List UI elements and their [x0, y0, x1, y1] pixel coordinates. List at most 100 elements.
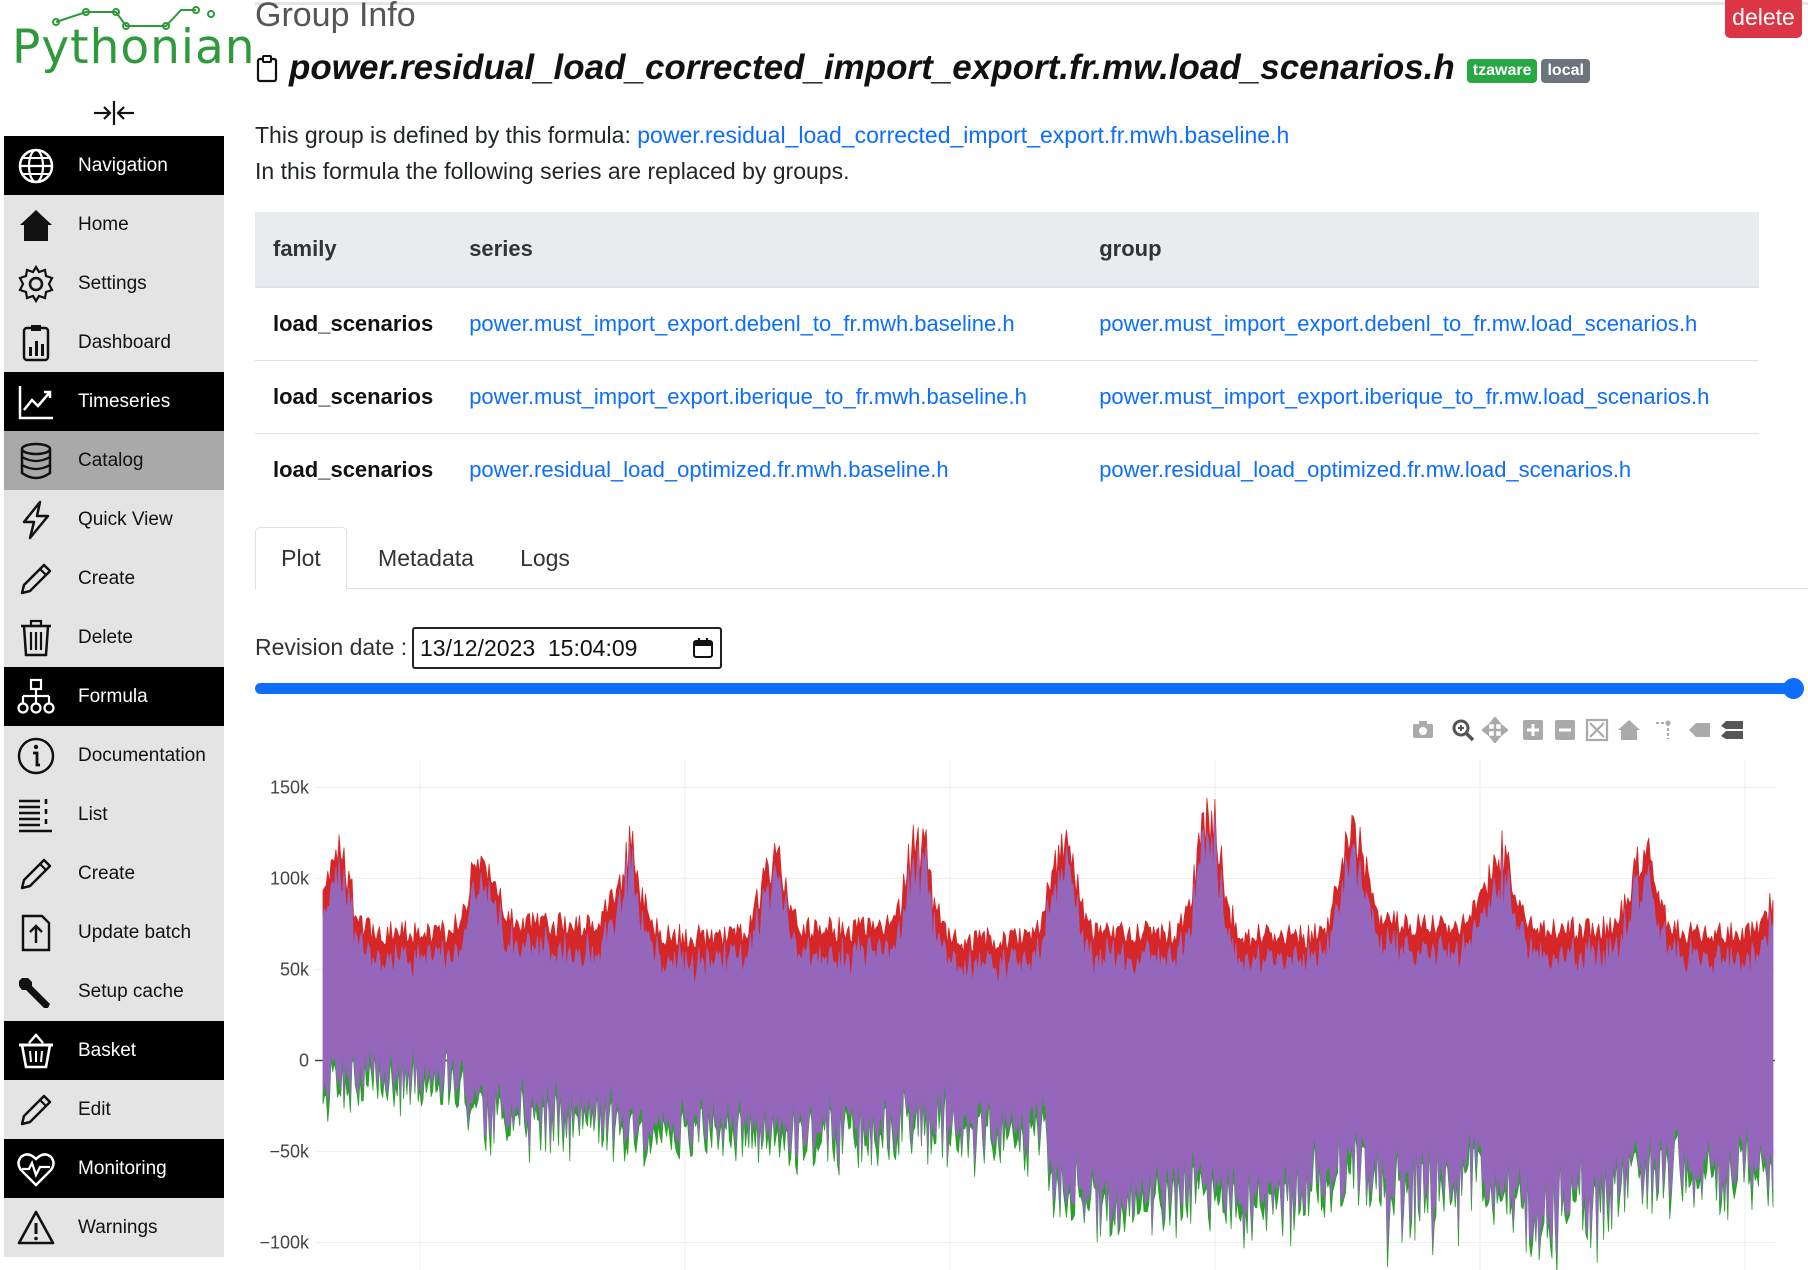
sidebar-item-create[interactable]: Create [4, 844, 224, 903]
y-tick-label: −50k [269, 1142, 310, 1162]
series-link[interactable]: power.residual_load_optimized.fr.mwh.bas… [469, 457, 948, 482]
sidebar-item-label: Edit [78, 1098, 111, 1120]
chart-line-icon [10, 372, 62, 431]
group-name: power.residual_load_corrected_import_exp… [289, 48, 1455, 87]
sidebar-nav: Navigation Home Settings Dashboard Timeserie… [4, 136, 224, 1257]
hover-compare-icon[interactable] [1718, 717, 1744, 743]
pythonian-logo[interactable]: Pythonian [6, 2, 255, 75]
camera-icon[interactable] [1410, 717, 1436, 743]
list-icon [10, 785, 62, 844]
group-link[interactable]: power.must_import_export.iberique_to_fr.… [1099, 384, 1709, 409]
table-row: load_scenarios power.residual_load_optim… [255, 433, 1759, 506]
sidebar-item-basket[interactable]: Basket [4, 1021, 224, 1080]
formula-link[interactable]: power.residual_load_corrected_import_exp… [637, 122, 1289, 148]
series-link[interactable]: power.must_import_export.iberique_to_fr.… [469, 384, 1027, 409]
hover-closest-icon[interactable] [1686, 717, 1712, 743]
pan-icon[interactable] [1482, 717, 1508, 743]
sidebar-item-formula[interactable]: Formula [4, 667, 224, 726]
y-tick-label: 150k [270, 777, 310, 797]
revision-slider[interactable] [255, 683, 1795, 694]
sidebar-item-warnings[interactable]: Warnings [4, 1198, 224, 1257]
collapse-sidebar-button[interactable] [88, 96, 140, 130]
top-divider [255, 2, 1808, 5]
clipboard-icon[interactable] [255, 53, 281, 83]
revision-date-value: 13/12/2023 15:04:09 [420, 634, 638, 661]
table-row: load_scenarios power.must_import_export.… [255, 360, 1759, 434]
sidebar-item-timeseries[interactable]: Timeseries [4, 372, 224, 431]
pencil-icon [10, 1080, 62, 1139]
sidebar-item-update-batch[interactable]: Update batch [4, 903, 224, 962]
warning-icon [10, 1198, 62, 1257]
tab-bar: Plot Metadata Logs [255, 527, 1808, 590]
sidebar-item-create[interactable]: Create [4, 549, 224, 608]
sidebar-item-quick-view[interactable]: Quick View [4, 490, 224, 549]
zoom-icon[interactable] [1450, 717, 1476, 743]
sidebar-item-label: Create [78, 567, 136, 589]
page-title: Group Info [255, 0, 416, 34]
lightning-icon [10, 490, 62, 549]
sidebar-item-label: Quick View [78, 508, 173, 530]
sidebar-item-monitoring[interactable]: Monitoring [4, 1139, 224, 1198]
wrench-icon [10, 962, 62, 1021]
sidebar-item-documentation[interactable]: Documentation [4, 726, 224, 785]
formula-intro: This group is defined by this formula: [255, 122, 638, 148]
series-purple-trace [322, 815, 1774, 1256]
sidebar-item-edit[interactable]: Edit [4, 1080, 224, 1139]
sidebar-item-setup-cache[interactable]: Setup cache [4, 962, 224, 1021]
y-tick-label: 0 [299, 1051, 309, 1071]
info-icon [10, 726, 62, 785]
y-tick-label: 100k [270, 868, 310, 888]
sidebar-item-list[interactable]: List [4, 785, 224, 844]
sidebar-item-settings[interactable]: Settings [4, 254, 224, 313]
timeseries-plot[interactable]: 150k 100k 50k 0 −50k −100k [255, 760, 1808, 1270]
globe-icon [10, 136, 62, 195]
plot-modebar [1410, 714, 1805, 744]
collapse-arrows-icon [94, 101, 134, 125]
database-icon [10, 431, 62, 490]
tab-plot[interactable]: Plot [255, 527, 347, 590]
tab-metadata[interactable]: Metadata [359, 527, 493, 590]
tab-logs[interactable]: Logs [505, 527, 585, 590]
y-tick-label: −100k [259, 1233, 310, 1253]
sidebar-item-catalog[interactable]: Catalog [4, 431, 224, 490]
calendar-icon[interactable] [692, 637, 714, 659]
series-link[interactable]: power.must_import_export.debenl_to_fr.mw… [469, 311, 1014, 336]
revision-slider-handle[interactable] [1783, 678, 1804, 699]
zoom-in-icon[interactable] [1520, 717, 1546, 743]
family-cell: load_scenarios [255, 287, 452, 361]
tzaware-badge: tzaware [1466, 59, 1538, 83]
sidebar-item-label: Dashboard [78, 331, 171, 353]
family-cell: load_scenarios [273, 456, 434, 482]
zoom-out-icon[interactable] [1552, 717, 1578, 743]
sidebar-item-navigation[interactable]: Navigation [4, 136, 224, 195]
revision-date-input[interactable]: 13/12/2023 15:04:09 [412, 627, 722, 669]
column-header-series: series [451, 212, 1082, 288]
group-title-row: power.residual_load_corrected_import_exp… [255, 46, 1594, 90]
delete-button[interactable]: delete [1725, 0, 1802, 38]
sidebar-item-label: Home [78, 213, 129, 235]
sidebar-item-label: Formula [78, 685, 148, 707]
spike-lines-icon[interactable] [1652, 717, 1678, 743]
diagram-icon [10, 667, 62, 726]
series-groups-table: family series group load_scenarios power… [255, 212, 1759, 506]
pencil-icon [10, 844, 62, 903]
sidebar-item-delete[interactable]: Delete [4, 608, 224, 667]
group-link[interactable]: power.residual_load_optimized.fr.mw.load… [1099, 457, 1631, 482]
sidebar: Pythonian Navigation Home Settings Dashboar… [0, 0, 255, 1270]
reset-axes-icon[interactable] [1616, 717, 1642, 743]
group-link[interactable]: power.must_import_export.debenl_to_fr.mw… [1099, 311, 1697, 336]
formula-description: This group is defined by this formula: p… [255, 122, 1289, 149]
basket-icon [10, 1021, 62, 1080]
sidebar-item-label: Warnings [78, 1216, 158, 1238]
table-header-row: family series group [255, 212, 1759, 288]
sidebar-item-label: Delete [78, 626, 133, 648]
sidebar-item-label: Setup cache [78, 980, 184, 1002]
sidebar-item-dashboard[interactable]: Dashboard [4, 313, 224, 372]
sidebar-item-label: Catalog [78, 449, 144, 471]
table-row: load_scenarios power.must_import_export.… [255, 287, 1759, 361]
sidebar-item-home[interactable]: Home [4, 195, 224, 254]
sidebar-item-label: Update batch [78, 921, 192, 943]
gear-icon [10, 254, 62, 313]
sidebar-item-label: Navigation [78, 154, 168, 176]
autoscale-icon[interactable] [1584, 717, 1610, 743]
